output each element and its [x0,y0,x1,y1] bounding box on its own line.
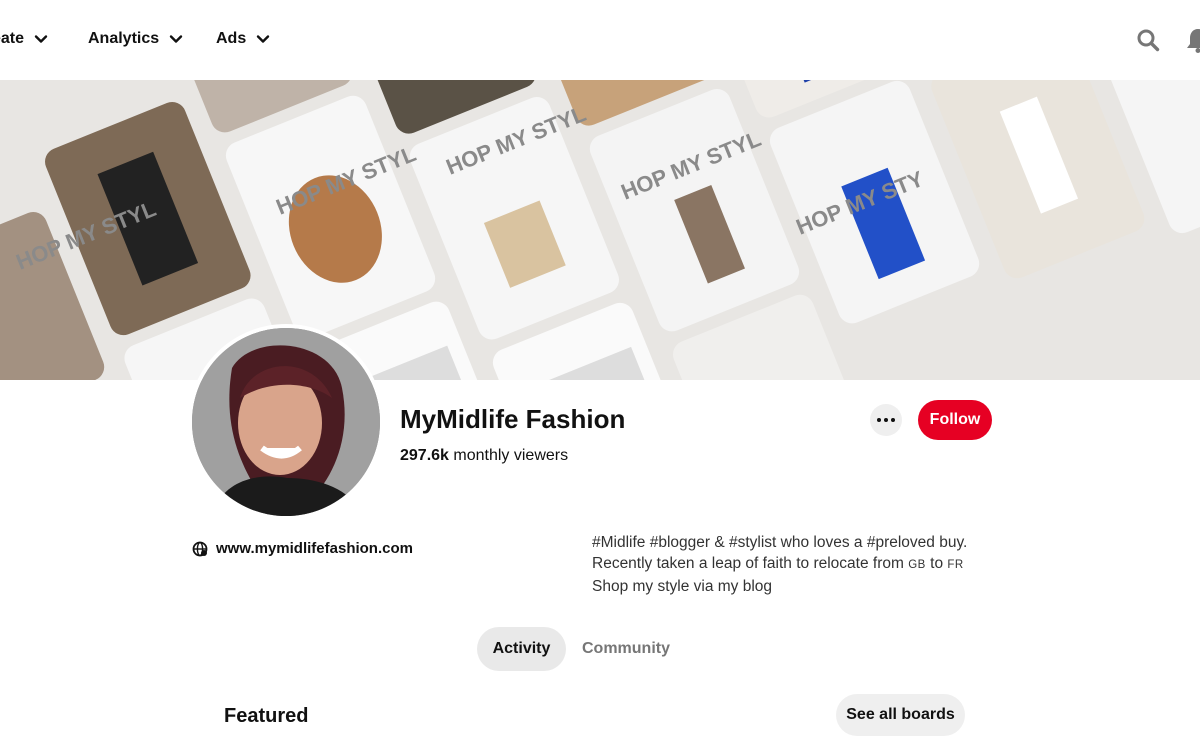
bio-line: #Midlife #blogger & #stylist who loves a… [592,534,968,551]
website-text: www.mymidlifefashion.com [216,540,413,557]
featured-heading: Featured [224,705,309,727]
bio-country-fr: FR [947,559,964,571]
chevron-down-icon [169,35,183,43]
more-options-button[interactable] [870,404,902,436]
bio-line: Shop my style via my blog [592,578,773,595]
chevron-down-icon [257,35,270,43]
nav-create-label: eate [0,30,25,47]
profile-name: MyMidlife Fashion [400,404,626,434]
search-icon[interactable] [1136,28,1160,52]
nav-analytics-menu[interactable]: Analytics [88,30,183,48]
nav-create-menu[interactable]: eate [0,30,48,48]
monthly-viewers: 297.6k monthly viewers [400,447,568,465]
top-navigation: eate Analytics Ads [0,0,1200,80]
nav-ads-label: Ads [216,30,247,47]
tab-community[interactable]: Community [570,627,682,671]
cover-image: HOP MY STYL HOP MY STYL HOP MY STYL HOP … [0,80,1200,380]
see-all-boards-button[interactable]: See all boards [836,694,965,736]
profile-bio: #Midlife #blogger & #stylist who loves a… [592,532,1012,597]
bio-country-gb: GB [908,559,926,571]
viewer-count: 297.6k [400,447,449,464]
nav-analytics-label: Analytics [88,30,160,47]
tab-activity[interactable]: Activity [477,627,566,671]
globe-icon [192,541,208,556]
chevron-down-icon [34,35,48,43]
more-options-icon [877,418,881,422]
nav-ads-menu[interactable]: Ads [216,30,270,48]
bio-line: Recently taken a leap of faith to reloca… [592,555,964,572]
website-link[interactable]: www.mymidlifefashion.com [192,540,413,557]
avatar-photo [192,328,380,516]
profile-avatar [188,324,384,520]
viewer-suffix: monthly viewers [453,447,569,464]
notifications-bell-icon[interactable] [1184,26,1200,54]
follow-button[interactable]: Follow [918,400,992,440]
